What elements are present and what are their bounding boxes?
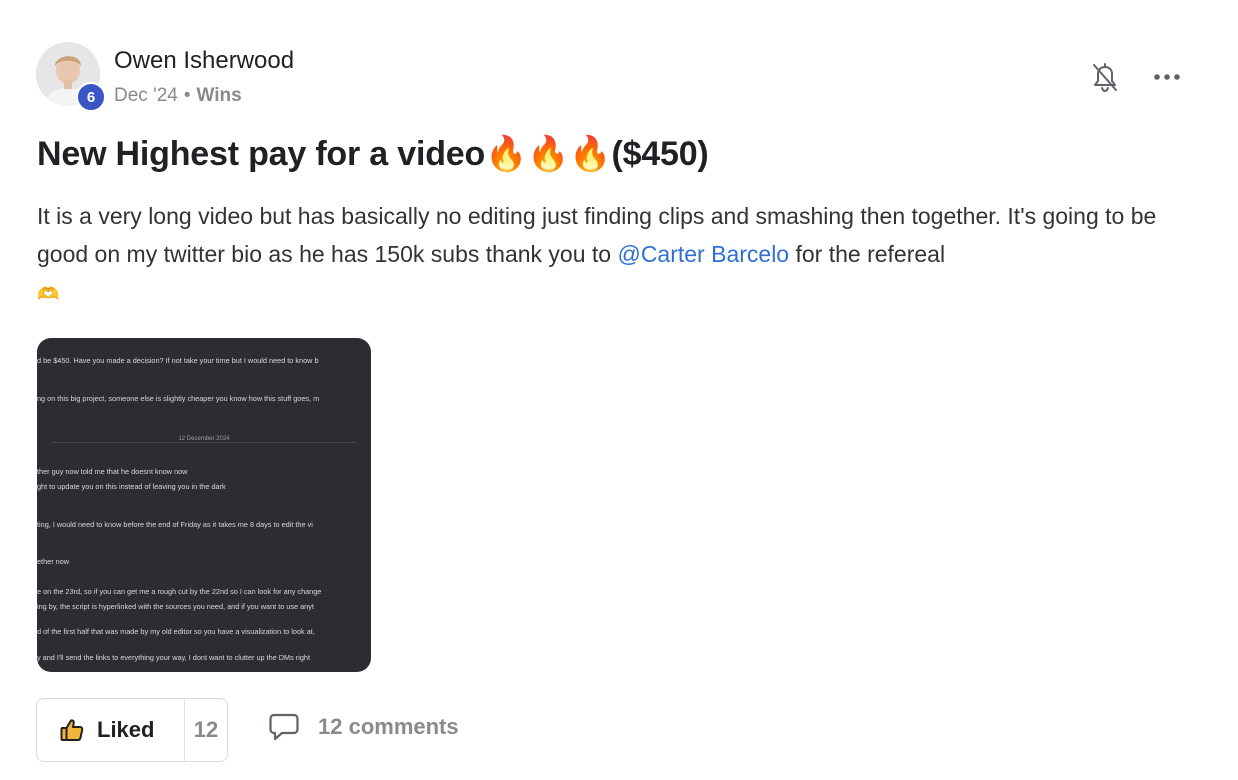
post-card: 6 Owen Isherwood Dec '24 • Wins New High… — [0, 0, 1238, 780]
body-text-start: It is a very long video but has basicall… — [37, 203, 1157, 267]
post-meta: Dec '24 • Wins — [114, 85, 242, 107]
like-button[interactable]: Liked — [37, 699, 185, 761]
comments-button[interactable]: 12 comments — [268, 712, 459, 742]
bell-off-icon[interactable] — [1090, 60, 1120, 94]
attachment-line: ght to update you on this instead of lea… — [37, 482, 226, 491]
attachment-line: d of the first half that was made by my … — [37, 627, 315, 636]
attachment-line: ing by, the script is hyperlinked with t… — [37, 602, 314, 611]
attachment-date-divider — [51, 442, 357, 443]
meta-separator: • — [183, 85, 191, 106]
author-avatar-container[interactable]: 6 — [36, 42, 106, 112]
image-attachment[interactable]: d be $450. Have you made a decision? If … — [37, 338, 371, 672]
attachment-line: ther guy now told me that he doesnt know… — [37, 467, 188, 476]
attachment-line: y and I'll send the links to everything … — [37, 653, 310, 662]
attachment-line: ting, I would need to know before the en… — [37, 520, 313, 529]
like-count[interactable]: 12 — [185, 717, 227, 743]
comment-icon — [269, 713, 299, 741]
post-body: It is a very long video but has basicall… — [37, 197, 1197, 313]
post-category[interactable]: Wins — [196, 85, 241, 107]
attachment-line: e on the 23rd, so if you can get me a ro… — [37, 587, 322, 596]
level-badge: 6 — [76, 82, 106, 112]
comments-label: 12 comments — [318, 714, 459, 739]
attachment-date-label: 12 December 2024 — [37, 436, 371, 442]
like-control: Liked 12 — [36, 698, 228, 762]
user-mention-link[interactable]: @Carter Barcelo — [617, 241, 789, 267]
more-options-icon[interactable] — [1150, 62, 1184, 92]
attachment-line: ether now — [37, 557, 70, 566]
author-name[interactable]: Owen Isherwood — [114, 47, 294, 75]
post-title: New Highest pay for a video🔥🔥🔥($450) — [37, 135, 709, 173]
heart-hands-emoji: 🫶 — [37, 284, 60, 304]
thumbs-up-icon — [60, 719, 84, 741]
post-date: Dec '24 — [114, 85, 178, 106]
attachment-line: d be $450. Have you made a decision? If … — [37, 356, 319, 365]
like-button-label: Liked — [97, 717, 155, 742]
attachment-line: ng on this big project, someone else is … — [37, 394, 320, 403]
body-text-end: for the refereal — [789, 241, 946, 267]
